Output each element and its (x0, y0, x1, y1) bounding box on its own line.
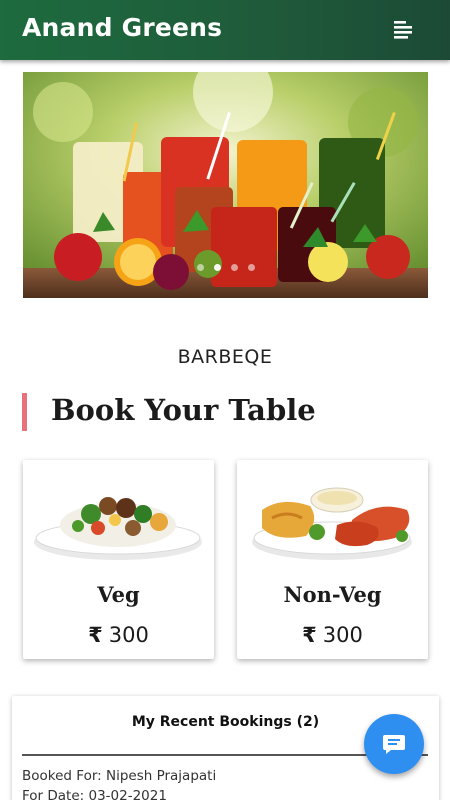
section-accent-bar (22, 393, 27, 431)
menu-button[interactable] (389, 16, 417, 44)
restaurant-name: BARBEQE (177, 346, 273, 368)
menu-icon (394, 21, 412, 39)
veg-label: Veg (97, 582, 140, 607)
carousel-dots (23, 256, 428, 275)
chat-icon (383, 735, 405, 754)
carousel-dot[interactable] (213, 264, 221, 271)
booking-booked-for: Booked For: Nipesh Prajapati (22, 768, 217, 784)
veg-price-value: 300 (108, 623, 149, 647)
veg-card[interactable]: Veg ₹300 (23, 460, 214, 659)
chat-button[interactable] (364, 714, 424, 774)
non-veg-price-value: 300 (322, 623, 363, 647)
hero-carousel[interactable] (23, 72, 428, 298)
rupee-icon: ₹ (88, 623, 103, 647)
rupee-icon: ₹ (302, 623, 317, 647)
non-veg-card[interactable]: Non-Veg ₹300 (237, 460, 428, 659)
non-veg-label: Non-Veg (283, 582, 382, 607)
veg-dish-image (34, 497, 202, 560)
non-veg-dish-image (252, 487, 412, 560)
carousel-dot[interactable] (230, 264, 238, 271)
non-veg-price: ₹300 (237, 623, 428, 647)
app-bar: Anand Greens (0, 0, 450, 60)
app-title: Anand Greens (22, 13, 223, 42)
booking-for-date: For Date: 03-02-2021 (22, 788, 167, 800)
section-title: Book Your Table (51, 393, 316, 427)
carousel-dot[interactable] (247, 264, 255, 271)
veg-price: ₹300 (23, 623, 214, 647)
carousel-dot[interactable] (196, 264, 204, 271)
